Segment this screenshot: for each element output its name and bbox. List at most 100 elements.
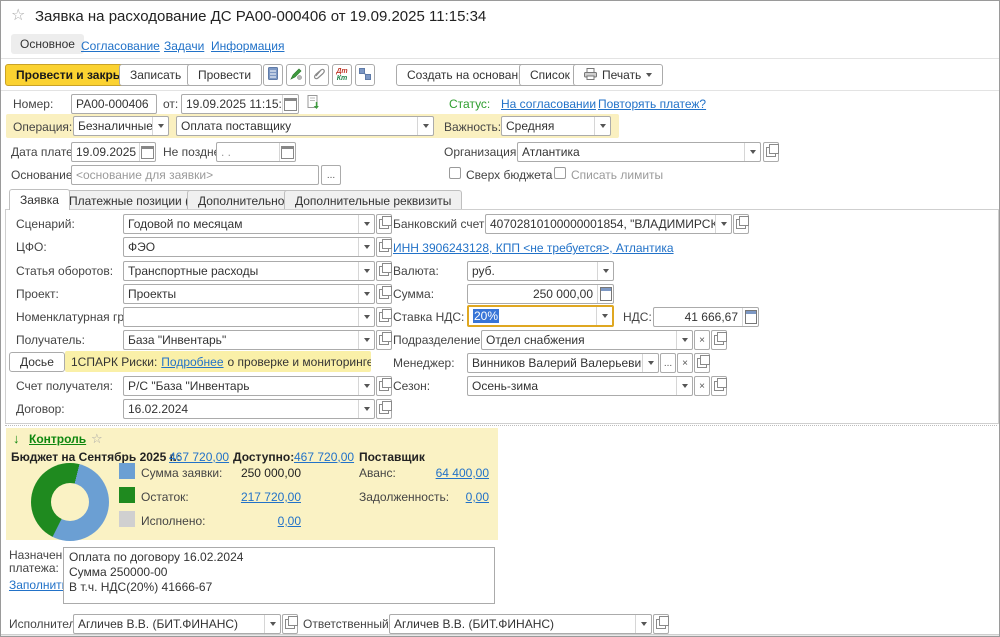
purpose-textarea[interactable]: Оплата по договору 16.02.2024 Сумма 2500… <box>63 547 495 604</box>
executor-open-button[interactable] <box>282 614 298 634</box>
responsible-select[interactable]: Агличев В.В. (БИТ.ФИНАНС) <box>389 614 652 634</box>
pay-date-input[interactable]: 19.09.2025 <box>71 142 156 162</box>
vat-amount-input[interactable]: 41 666,67 <box>653 307 759 327</box>
vat-rate-select[interactable]: 20% <box>467 305 614 327</box>
debt-value-link[interactable]: 0,00 <box>401 490 489 504</box>
calendar-icon[interactable] <box>279 143 295 161</box>
chevron-down-icon[interactable] <box>152 117 168 135</box>
inn-kpp-link[interactable]: ИНН 3906243128, КПП <не требуется>, Атла… <box>393 241 674 255</box>
contract-open-button[interactable] <box>376 399 392 419</box>
available-label: Доступно: <box>233 450 294 464</box>
project-select[interactable]: Проекты <box>123 284 375 304</box>
operation-kind-select[interactable]: Оплата поставщику <box>176 116 434 136</box>
recipient-select[interactable]: База "Инвентарь" <box>123 330 375 350</box>
not-later-input[interactable]: . . <box>216 142 296 162</box>
bank-account-select[interactable]: 40702810100000001854, "ВЛАДИМИРСКИЙ" ФБ … <box>485 214 732 234</box>
vat-amount-label: НДС: <box>623 310 652 324</box>
datetime-input[interactable]: 19.09.2025 11:15:34 <box>181 94 299 114</box>
cfo-select[interactable]: ФЭО <box>123 237 375 257</box>
nav-tab-main[interactable]: Основное <box>11 34 84 54</box>
calendar-icon[interactable] <box>139 143 155 161</box>
season-select[interactable]: Осень-зима <box>467 376 693 396</box>
manager-select[interactable]: Винников Валерий Валерьевич <box>467 353 659 373</box>
control-link[interactable]: Контроль <box>29 432 86 446</box>
post-button[interactable]: Провести <box>187 64 262 86</box>
scenario-select[interactable]: Годовой по месяцам <box>123 214 375 234</box>
chevron-down-icon[interactable] <box>744 143 760 161</box>
currency-label: Валюта: <box>393 264 439 278</box>
manager-dots-button[interactable]: ... <box>660 353 676 373</box>
budget-value-link[interactable]: 467 720,00 <box>169 450 229 464</box>
legend-remainder-value-link[interactable]: 217 720,00 <box>219 490 301 504</box>
repeat-payment-link[interactable]: Повторять платеж? <box>598 97 706 111</box>
bank-account-open-button[interactable] <box>733 214 749 234</box>
department-select[interactable]: Отдел снабжения <box>481 330 693 350</box>
attachments-button[interactable] <box>309 64 329 86</box>
status-link[interactable]: На согласовании <box>501 97 596 111</box>
favorite-star-icon[interactable]: ☆ <box>11 8 25 24</box>
scenario-open-button[interactable] <box>376 214 392 234</box>
basis-input[interactable]: <основание для заявки> <box>71 165 319 185</box>
executor-select[interactable]: Агличев В.В. (БИТ.ФИНАНС) <box>73 614 281 634</box>
save-button[interactable]: Записать <box>119 64 192 86</box>
recipient-open-button[interactable] <box>376 330 392 350</box>
calculator-icon[interactable] <box>597 285 613 303</box>
control-pin-star-icon[interactable]: ☆ <box>91 431 103 447</box>
tab-request[interactable]: Заявка <box>9 189 70 210</box>
legend-executed-value-link[interactable]: 0,00 <box>219 514 301 528</box>
debit-credit-button[interactable]: ДтКт <box>332 64 352 86</box>
chevron-down-icon[interactable] <box>417 117 433 135</box>
cfo-open-button[interactable] <box>376 237 392 257</box>
advance-value-link[interactable]: 64 400,00 <box>401 466 489 480</box>
list-button[interactable]: Список <box>519 64 581 86</box>
write-off-limits-label: Списать лимиты <box>571 168 663 182</box>
amount-input[interactable]: 250 000,00 <box>467 284 614 304</box>
sign-button[interactable] <box>286 64 306 86</box>
tab-additional-requisites[interactable]: Дополнительные реквизиты <box>284 190 462 210</box>
write-off-limits-checkbox[interactable] <box>554 167 566 179</box>
recipient-account-select[interactable]: Р/С "База "Инвентарь <box>123 376 375 396</box>
contract-select[interactable]: 16.02.2024 <box>123 399 375 419</box>
department-clear-button[interactable]: × <box>694 330 710 350</box>
print-button[interactable]: Печать <box>573 64 663 86</box>
fill-purpose-link[interactable]: Заполнить <box>9 578 68 592</box>
fill-from-template-icon[interactable] <box>307 95 321 114</box>
spark-details-link[interactable]: Подробнее <box>161 355 223 369</box>
operation-type-select[interactable]: Безналичные <box>73 116 169 136</box>
responsible-open-button[interactable] <box>653 614 669 634</box>
over-budget-checkbox[interactable] <box>449 167 461 179</box>
nav-tab-tasks[interactable]: Задачи <box>164 39 204 53</box>
department-open-button[interactable] <box>711 330 727 350</box>
dossier-button[interactable]: Досье <box>9 352 65 372</box>
status-label: Статус: <box>449 97 490 111</box>
importance-select[interactable]: Средняя <box>501 116 611 136</box>
calendar-icon[interactable] <box>282 95 298 113</box>
calculator-icon[interactable] <box>742 308 758 326</box>
season-open-button[interactable] <box>711 376 727 396</box>
document-icon <box>268 67 278 83</box>
collapse-arrow-icon[interactable]: ↓ <box>13 431 20 446</box>
chevron-down-icon[interactable] <box>594 117 610 135</box>
project-open-button[interactable] <box>376 284 392 304</box>
available-value-link[interactable]: 467 720,00 <box>294 450 354 464</box>
tab-additional[interactable]: Дополнительно <box>187 190 295 210</box>
manager-clear-button[interactable]: × <box>677 353 693 373</box>
related-documents-button[interactable] <box>355 64 375 86</box>
nomenclature-group-open-button[interactable] <box>376 307 392 327</box>
organization-select[interactable]: Атлантика <box>517 142 761 162</box>
nav-tab-approval[interactable]: Согласование <box>81 39 160 53</box>
basis-dots-button[interactable]: ... <box>321 165 341 185</box>
currency-select[interactable]: руб. <box>467 261 614 281</box>
season-clear-button[interactable]: × <box>694 376 710 396</box>
number-input[interactable]: РА00-000406 <box>71 94 157 114</box>
organization-open-button[interactable] <box>763 142 779 162</box>
bank-account-label: Банковский счет: <box>393 217 488 231</box>
recipient-account-open-button[interactable] <box>376 376 392 396</box>
nav-tab-info[interactable]: Информация <box>211 39 284 53</box>
nomenclature-group-select[interactable] <box>123 307 375 327</box>
print-label: Печать <box>602 68 641 82</box>
turnover-item-select[interactable]: Транспортные расходы <box>123 261 375 281</box>
turnover-item-open-button[interactable] <box>376 261 392 281</box>
document-register-button[interactable] <box>263 64 283 86</box>
manager-open-button[interactable] <box>694 353 710 373</box>
